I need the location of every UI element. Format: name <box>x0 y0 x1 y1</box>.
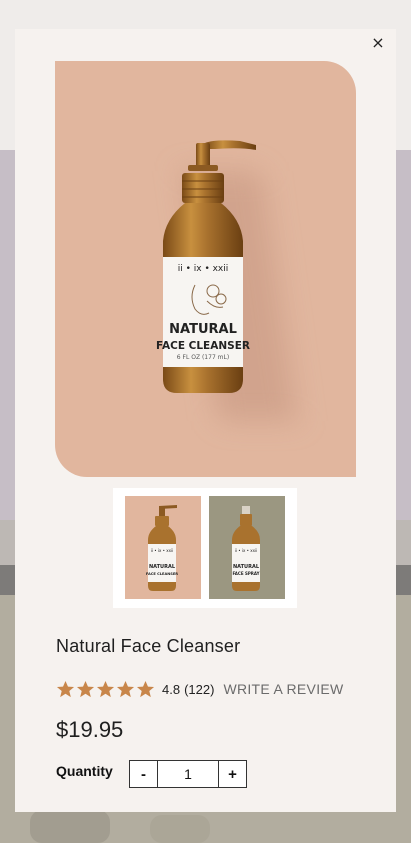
star-icon <box>116 680 135 697</box>
star-icon <box>96 680 115 697</box>
product-price: $19.95 <box>56 717 124 742</box>
label-line1: NATURAL <box>169 322 237 337</box>
quantity-input[interactable] <box>158 761 218 787</box>
thumb2-brand: ii • ix • xxii <box>235 548 257 553</box>
close-icon[interactable]: × <box>369 34 387 52</box>
star-icon <box>136 680 155 697</box>
star-rating <box>56 680 155 699</box>
label-brand: ii • ix • xxii <box>178 264 229 274</box>
thumb1-line2: FACE CLEANSER <box>146 572 178 576</box>
rating-score: 4.8 <box>162 681 181 697</box>
background-blur-shape <box>30 810 110 843</box>
quick-view-modal: × ii • ix • xxii NATURAL FACE CLEANSER 6… <box>15 29 396 812</box>
thumb2-line1: NATURAL <box>233 564 260 570</box>
quantity-label: Quantity <box>56 763 113 779</box>
write-review-link[interactable]: WRITE A REVIEW <box>223 681 343 697</box>
product-main-image: ii • ix • xxii NATURAL FACE CLEANSER 6 F… <box>55 61 356 477</box>
star-icon <box>76 680 95 697</box>
thumbnail-spray-illustration: ii • ix • xxii NATURAL FACE SPRAY <box>232 506 260 591</box>
star-icon <box>56 680 75 697</box>
thumb1-line1: NATURAL <box>149 564 176 570</box>
decrease-quantity-button[interactable]: - <box>130 761 158 787</box>
bottle-illustration: ii • ix • xxii NATURAL FACE CLEANSER 6 F… <box>156 140 256 393</box>
thumb1-brand: ii • ix • xxii <box>151 548 173 553</box>
label-volume: 6 FL OZ (177 mL) <box>177 354 229 361</box>
thumb2-line2: FACE SPRAY <box>233 571 260 576</box>
product-rating: 4.8 (122) WRITE A REVIEW <box>56 679 344 699</box>
background-blur-shape <box>150 815 210 843</box>
increase-quantity-button[interactable]: + <box>218 761 246 787</box>
thumbnail-bottle-illustration: ii • ix • xxii NATURAL FACE CLEANSER <box>146 505 178 591</box>
review-count: (122) <box>184 681 215 697</box>
thumbnail-face-spray[interactable]: ii • ix • xxii NATURAL FACE SPRAY <box>209 496 285 599</box>
quantity-stepper: - + <box>129 760 247 788</box>
label-line2: FACE CLEANSER <box>156 340 250 352</box>
thumbnail-strip: ii • ix • xxii NATURAL FACE CLEANSER ii … <box>113 488 297 608</box>
thumbnail-face-cleanser[interactable]: ii • ix • xxii NATURAL FACE CLEANSER <box>125 496 201 599</box>
product-title: Natural Face Cleanser <box>56 636 241 656</box>
